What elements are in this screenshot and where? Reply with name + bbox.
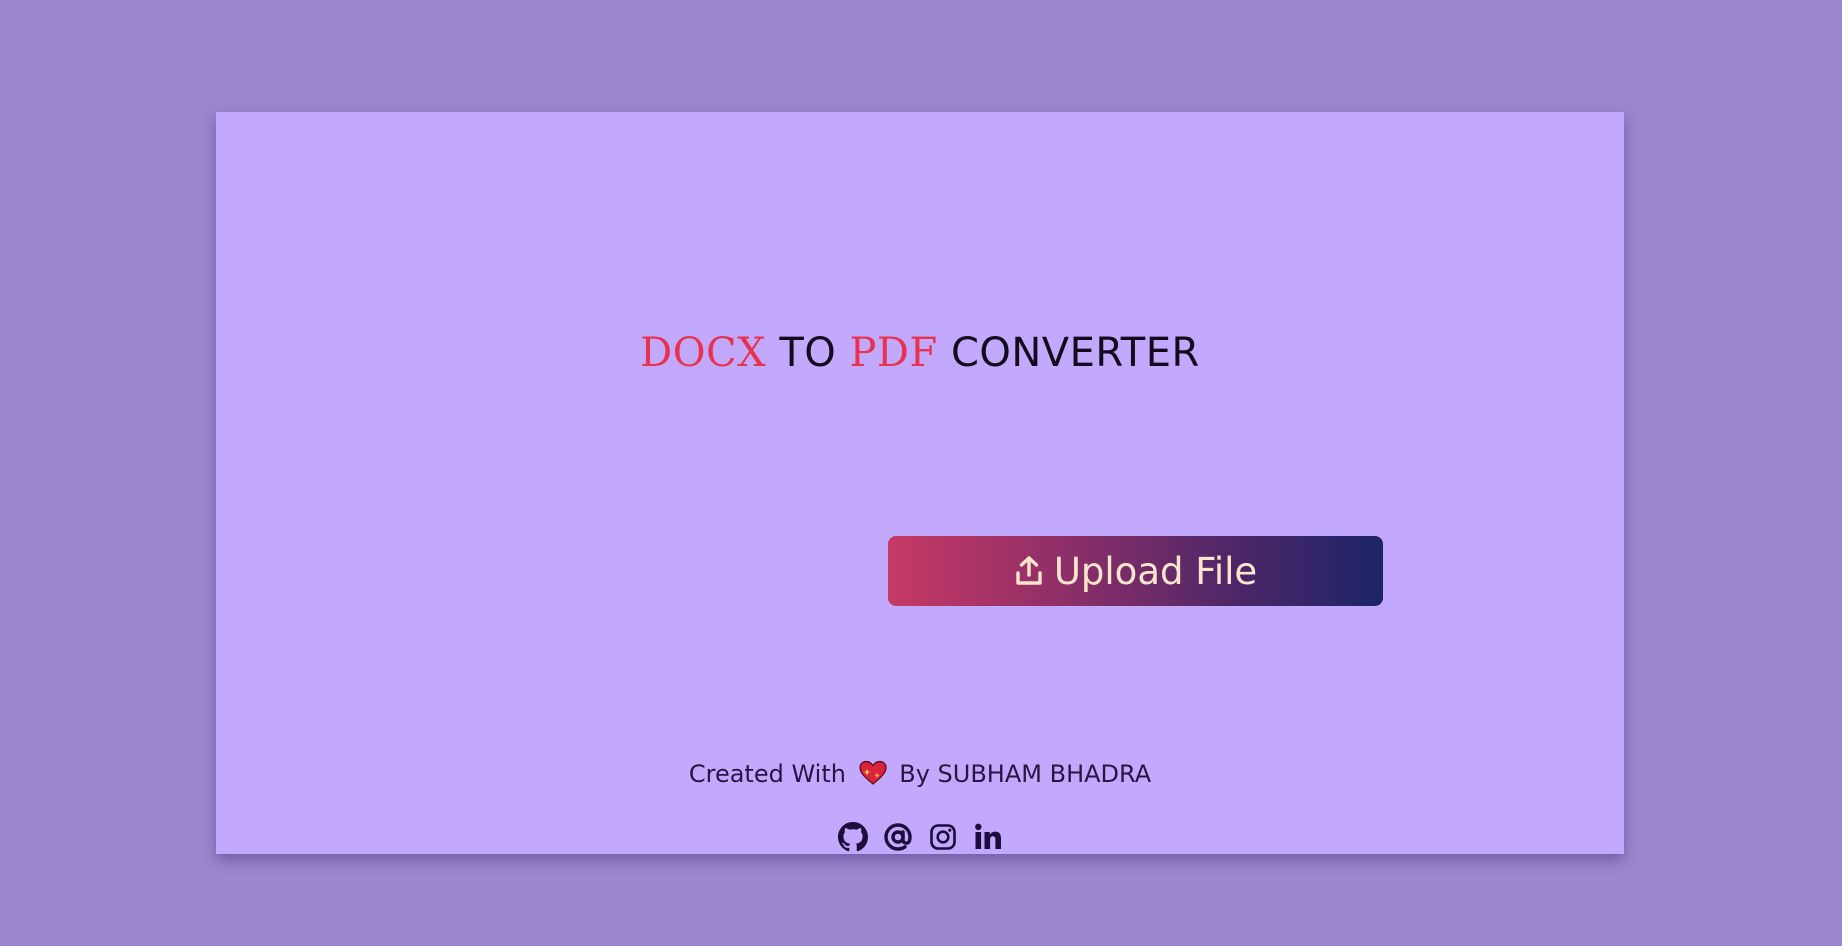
upload-file-label: Upload File [1053,549,1258,593]
converter-card: DOCX TO PDF CONVERTER Upload File Create… [216,112,1624,854]
credit-prefix: Created With [688,760,846,788]
at-sign-icon [883,823,912,851]
instagram-link[interactable] [927,821,958,853]
linkedin-icon [974,823,1001,849]
credit-line: Created With By SUBHAM BHADRA [216,756,1624,792]
upload-file-button[interactable]: Upload File [888,536,1383,606]
title-converter: CONVERTER [937,330,1200,376]
github-link[interactable] [837,821,868,853]
credit-suffix: By SUBHAM BHADRA [899,760,1152,788]
github-icon [837,822,868,852]
linkedin-link[interactable] [972,821,1003,853]
upload-icon [1014,555,1044,587]
sparkling-heart-icon [858,760,888,786]
social-links [216,821,1624,853]
email-link[interactable] [882,821,913,853]
title-pdf: PDF [849,330,938,376]
title-docx: DOCX [640,330,767,376]
instagram-icon [929,824,956,850]
page-title: DOCX TO PDF CONVERTER [216,326,1624,380]
title-to: TO [766,330,850,376]
